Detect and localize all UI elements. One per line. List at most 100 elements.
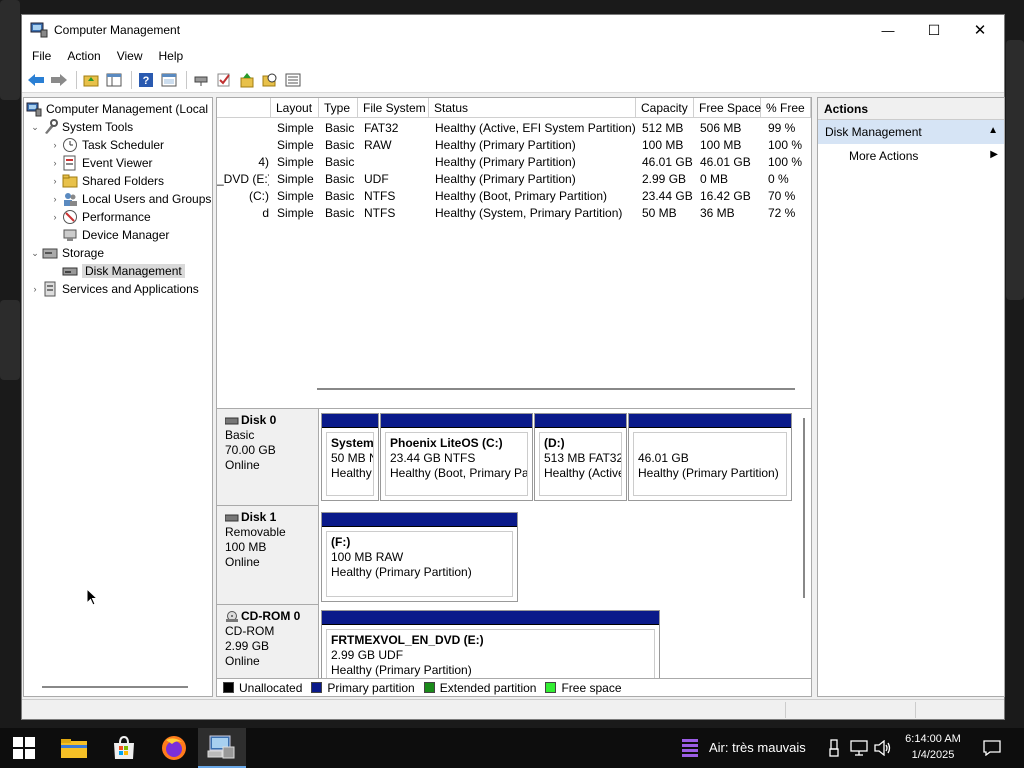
menu-help[interactable]: Help: [151, 49, 192, 63]
volume-cell-volume: d: [262, 206, 269, 220]
start-button[interactable]: [0, 728, 48, 768]
collapse-up-icon[interactable]: ▲: [988, 125, 998, 136]
chevron-right-icon[interactable]: ›: [48, 194, 62, 204]
maximize-button[interactable]: ☐: [911, 15, 957, 45]
close-button[interactable]: ✕: [957, 15, 1003, 45]
menu-view[interactable]: View: [109, 49, 151, 63]
tree-item-performance[interactable]: › Performance: [48, 208, 151, 226]
volume-tray-icon-wrap[interactable]: [872, 728, 894, 768]
volume-table-row[interactable]: 4) Simple Basic Healthy (Primary Partition)…: [217, 153, 811, 170]
volume-table-row[interactable]: Simple Basic RAW Healthy (Primary Partition…: [217, 136, 811, 153]
tree-item-system-tools[interactable]: ⌄ System Tools: [28, 118, 133, 136]
back-button[interactable]: [26, 70, 46, 90]
volume-cell-capacity: 50 MB: [642, 206, 677, 220]
actions-section-disk-management[interactable]: Disk Management ▲: [818, 120, 1004, 144]
volume-list-horizontal-scrollbar[interactable]: [317, 388, 795, 390]
volume-unlabeled-46gb[interactable]: 46.01 GB Healthy (Primary Partition): [628, 413, 792, 501]
chevron-right-icon[interactable]: ›: [28, 284, 42, 294]
windows-start-icon: [13, 737, 35, 759]
disk-0-label[interactable]: Disk 0 Basic 70.00 GB Online: [217, 409, 319, 506]
disk-view-vertical-scrollbar[interactable]: [803, 418, 805, 598]
column-header-percent-free[interactable]: % Free: [761, 98, 811, 118]
volume-size: 50 MB N: [331, 451, 374, 465]
volume-status: Healthy (Boot, Primary Pa: [390, 466, 528, 480]
network-tray-icon-wrap[interactable]: [848, 728, 870, 768]
volume-table-row[interactable]: d Simple Basic NTFS Healthy (System, Primary…: [217, 204, 811, 221]
chevron-right-icon[interactable]: ›: [48, 158, 62, 168]
help-icon: ?: [139, 72, 153, 87]
volume-f[interactable]: (F:) 100 MB RAW Healthy (Primary Partition…: [321, 512, 518, 602]
column-header-file-system[interactable]: File System: [358, 98, 429, 118]
weather-widget-icon-wrap[interactable]: [678, 728, 702, 768]
volume-e-dvd[interactable]: FRTMEXVOL_EN_DVD (E:) 2.99 GB UDF Healthy …: [321, 610, 660, 678]
column-header-layout[interactable]: Layout: [271, 98, 319, 118]
tree-item-shared-folders[interactable]: › Shared Folders: [48, 172, 165, 190]
column-header-capacity[interactable]: Capacity: [636, 98, 694, 118]
more-actions-item[interactable]: More Actions ▶: [818, 144, 1004, 168]
volume-size: 46.01 GB: [638, 451, 689, 465]
forward-button[interactable]: [49, 70, 69, 90]
column-header-free-space[interactable]: Free Space: [694, 98, 761, 118]
console-tree: Computer Management (Local ⌄ System Tool…: [23, 97, 213, 697]
find-button[interactable]: [260, 70, 280, 90]
taskbar-microsoft-store[interactable]: [100, 728, 148, 768]
column-header-type[interactable]: Type: [319, 98, 358, 118]
column-header-volume[interactable]: [217, 98, 271, 118]
tree-root-computer-management[interactable]: Computer Management (Local: [26, 100, 208, 118]
check-button[interactable]: [214, 70, 234, 90]
chevron-right-icon[interactable]: ›: [48, 176, 62, 186]
taskbar-computer-management[interactable]: [198, 728, 246, 768]
tree-item-event-viewer[interactable]: › Event Viewer: [48, 154, 152, 172]
chevron-right-icon[interactable]: ›: [48, 140, 62, 150]
chevron-right-icon[interactable]: ›: [48, 212, 62, 222]
volume-status: Healthy (Primary Partition): [331, 663, 472, 677]
chevron-down-icon[interactable]: ⌄: [28, 122, 42, 133]
taskbar-firefox[interactable]: [150, 728, 198, 768]
tree-item-disk-management[interactable]: Disk Management: [48, 262, 185, 280]
tree-item-label: Performance: [82, 210, 151, 224]
tree-item-storage[interactable]: ⌄ Storage: [28, 244, 104, 262]
usb-tray-icon-wrap[interactable]: [826, 728, 842, 768]
help-button[interactable]: ?: [136, 70, 156, 90]
forward-arrow-icon: [51, 73, 67, 86]
connect-button[interactable]: [191, 70, 211, 90]
tree-horizontal-scrollbar[interactable]: [42, 686, 188, 688]
window-title: Computer Management: [54, 23, 181, 37]
properties-button[interactable]: [159, 70, 179, 90]
weather-status-text[interactable]: Air: très mauvais: [709, 740, 806, 755]
menu-action[interactable]: Action: [59, 49, 108, 63]
tree-item-services-and-applications[interactable]: › Services and Applications: [28, 280, 199, 298]
show-hide-console-tree-button[interactable]: [104, 70, 124, 90]
volume-status: Healthy: [331, 466, 372, 480]
minimize-button[interactable]: —: [865, 15, 911, 45]
volume-table-row[interactable]: (C:) Simple Basic NTFS Healthy (Boot, Primar…: [217, 187, 811, 204]
volume-table-row[interactable]: _DVD (E:) Simple Basic UDF Healthy (Primary …: [217, 170, 811, 187]
partition-legend: Unallocated Primary partition Extended p…: [217, 678, 811, 696]
notification-center-button[interactable]: [978, 728, 1006, 768]
column-header-status[interactable]: Status: [429, 98, 636, 118]
menu-file[interactable]: File: [24, 49, 59, 63]
volume-phoenix-liteos-c[interactable]: Phoenix LiteOS (C:) 23.44 GB NTFS Healthy …: [380, 413, 533, 501]
volume-table-row[interactable]: Simple Basic FAT32 Healthy (Active, EFI Sys…: [217, 119, 811, 136]
taskbar-file-explorer[interactable]: [50, 728, 98, 768]
tree-item-task-scheduler[interactable]: › Task Scheduler: [48, 136, 164, 154]
actions-pane: Actions Disk Management ▲ More Actions ▶: [817, 97, 1005, 697]
volume-system-reserved[interactable]: System 50 MB N Healthy: [321, 413, 379, 501]
volume-size: 513 MB FAT32: [544, 451, 622, 465]
disk-1-label[interactable]: Disk 1 Removable 100 MB Online: [217, 506, 319, 605]
up-one-level-button[interactable]: [81, 70, 101, 90]
tree-item-local-users-and-groups[interactable]: › Local Users and Groups: [48, 190, 211, 208]
details-button[interactable]: [283, 70, 303, 90]
tree-item-device-manager[interactable]: Device Manager: [48, 226, 169, 244]
disk-1-name: Disk 1: [225, 510, 310, 525]
disk-management-icon: [62, 267, 78, 276]
taskbar-clock[interactable]: 6:14:00 AM 1/4/2025: [896, 731, 970, 763]
legend-swatch-extended: [423, 682, 435, 693]
legend-swatch-unallocated: [223, 682, 234, 693]
volume-d[interactable]: (D:) 513 MB FAT32 Healthy (Active: [534, 413, 627, 501]
export-button[interactable]: [237, 70, 257, 90]
title-bar[interactable]: Computer Management — ☐ ✕: [22, 15, 1004, 45]
cdrom-0-label[interactable]: CD-ROM 0 CD-ROM 2.99 GB Online: [217, 605, 319, 678]
desktop-background-shape: [0, 0, 20, 100]
chevron-down-icon[interactable]: ⌄: [28, 248, 42, 259]
